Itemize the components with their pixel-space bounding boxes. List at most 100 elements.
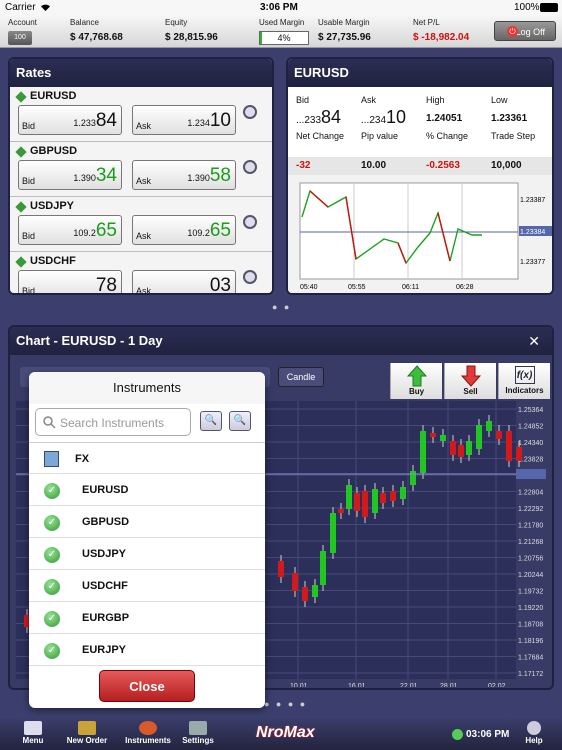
instrument-item[interactable]: ✓ EURUSD [29, 474, 265, 506]
chart-page-dots[interactable]: ● ● ● ● [264, 699, 307, 709]
candle-body [496, 431, 502, 439]
account-label: Account [8, 18, 37, 27]
y-axis-label: 1.24340 [518, 440, 543, 447]
x-axis-label: 02.02 [488, 683, 506, 687]
rate-row[interactable]: USDJPY Bid 109.265 Ask 109.265 [10, 197, 272, 252]
instrument-item[interactable]: ✓ USDJPY [29, 538, 265, 570]
candle-body [372, 489, 378, 513]
bid-price-big: 84 [95, 110, 117, 131]
zoom-icon[interactable] [243, 215, 257, 229]
bid-label: Bid [22, 231, 36, 241]
bid-price-pre: 109.2 [73, 228, 96, 238]
check-icon: ✓ [44, 483, 60, 499]
candle-body [278, 561, 284, 577]
bid-quote-button[interactable]: Bid 1.23384 [18, 105, 122, 135]
bid-price-big: 78 [95, 275, 117, 293]
instruments-title: Instruments [29, 372, 265, 404]
x-axis-label: 16.01 [348, 683, 366, 687]
sell-label: Sell [463, 387, 478, 396]
rate-row[interactable]: USDCHF Bid 78 Ask 03 [10, 252, 272, 293]
page-dots[interactable]: ● ● [272, 302, 291, 312]
rate-name: USDCHF [30, 255, 76, 267]
menu-button[interactable]: Menu [14, 721, 52, 745]
bid-label: Bid [22, 121, 36, 131]
y-axis-label: 1.20756 [518, 556, 543, 563]
rate-row[interactable]: EURUSD Bid 1.23384 Ask 1.23410 [10, 87, 272, 142]
detail-ask-label: Ask [361, 95, 377, 105]
sell-button[interactable]: Sell [444, 363, 496, 399]
detail-pip-label: Pip value [361, 131, 399, 141]
buy-button[interactable]: Buy [390, 363, 442, 399]
mini-x-label: 06:28 [456, 284, 474, 291]
detail-ask-big: 10 [386, 107, 407, 127]
ask-price-big: 03 [209, 275, 231, 293]
candle-body [486, 421, 492, 431]
sort-up-button[interactable]: 🔍 [200, 411, 222, 431]
instrument-name: EURGBP [82, 612, 130, 624]
ask-quote-button[interactable]: Ask 1.39058 [132, 160, 236, 190]
candle-body [450, 441, 456, 455]
detail-bid-big: 84 [321, 107, 342, 127]
check-icon: ✓ [44, 643, 60, 659]
ask-label: Ask [136, 121, 152, 131]
bid-quote-button[interactable]: Bid 1.39034 [18, 160, 122, 190]
bid-label: Bid [22, 176, 36, 186]
sort-down-button[interactable]: 🔍 [229, 411, 251, 431]
ask-quote-button[interactable]: Ask 03 [132, 270, 236, 293]
zoom-icon[interactable] [243, 270, 257, 284]
balance-label: Balance [70, 18, 99, 27]
ask-label: Ask [136, 286, 152, 293]
indicators-button[interactable]: f(x) Indicators [498, 363, 550, 399]
close-button[interactable]: Close [99, 670, 195, 702]
zoom-icon[interactable] [243, 160, 257, 174]
ask-price: 1.23410 [187, 110, 231, 132]
zoom-icon[interactable] [243, 105, 257, 119]
search-placeholder: Search Instruments [60, 416, 165, 430]
bid-price-pre: 1.390 [73, 173, 96, 183]
help-button[interactable]: Help [520, 721, 548, 745]
rates-panel: Rates EURUSD Bid 1.23384 Ask 1.23410 GBPUS… [8, 57, 274, 295]
logoff-button[interactable]: ⏻ Log Off [494, 21, 556, 41]
bid-quote-button[interactable]: Bid 109.265 [18, 215, 122, 245]
instrument-item[interactable]: ✓ EURJPY [29, 634, 265, 666]
detail-netchange-label: Net Change [296, 131, 345, 141]
current-price-badge [516, 469, 546, 479]
account-button[interactable]: 100 [8, 31, 32, 45]
help-label: Help [525, 736, 543, 745]
bid-quote-button[interactable]: Bid 78 [18, 270, 122, 293]
rate-row[interactable]: GBPUSD Bid 1.39034 Ask 1.39058 [10, 142, 272, 197]
chart-close-icon[interactable]: ✕ [528, 333, 540, 350]
account-bar: Account 100 Balance $ 47,768.68 Equity $… [0, 16, 562, 48]
ask-price-big: 58 [209, 165, 231, 186]
ask-quote-button[interactable]: Ask 1.23410 [132, 105, 236, 135]
balance-value: $ 47,768.68 [70, 32, 123, 43]
candle-button[interactable]: Candle [278, 367, 324, 387]
settings-button[interactable]: Settings [180, 721, 216, 745]
carrier: Carrier [5, 2, 36, 13]
instrument-item[interactable]: ✓ GBPUSD [29, 506, 265, 538]
instruments-button[interactable]: Instruments [124, 721, 172, 745]
instrument-group-fx[interactable]: FX [29, 442, 265, 474]
x-axis-label: 10.01 [290, 683, 308, 687]
detail-bid-label: Bid [296, 95, 310, 105]
y-axis-label: 1.17172 [518, 671, 543, 678]
y-axis-label: 1.22292 [518, 506, 543, 513]
candle-body [430, 433, 436, 437]
indicators-label: Indicators [505, 386, 544, 395]
brand-logo: NroMax [256, 724, 315, 741]
search-input[interactable]: Search Instruments [35, 408, 191, 436]
rate-name: USDJPY [30, 200, 75, 212]
netpl-value: $ -18,982.04 [413, 32, 470, 43]
rate-diamond-icon [15, 91, 27, 103]
instrument-item[interactable]: ✓ USDCHF [29, 570, 265, 602]
buy-label: Buy [408, 387, 425, 396]
detail-bid: ...23384 [296, 107, 341, 128]
instrument-item[interactable]: ✓ EURGBP [29, 602, 265, 634]
rates-title: Rates [10, 59, 272, 87]
ask-quote-button[interactable]: Ask 109.265 [132, 215, 236, 245]
used-margin-value: 4% [277, 33, 291, 43]
candle-body [516, 447, 522, 461]
new-order-button[interactable]: New Order [64, 721, 110, 745]
function-icon: f(x) [514, 366, 535, 384]
ask-label: Ask [136, 176, 152, 186]
